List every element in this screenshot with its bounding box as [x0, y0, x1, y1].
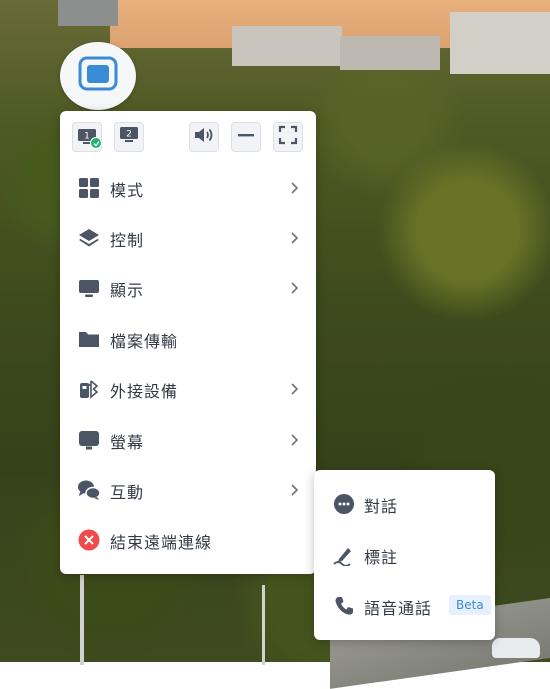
remote-app-button[interactable]	[60, 42, 136, 110]
submenu-item-label: 標註	[364, 548, 399, 567]
monitor-1-icon: 1	[77, 128, 102, 149]
monitor-2-button[interactable]: 2	[114, 122, 144, 152]
submenu-item-label: 對話	[364, 497, 399, 516]
street-pole	[80, 575, 84, 665]
menu-item-interaction[interactable]: 互動	[60, 465, 316, 515]
street-pole	[262, 585, 265, 665]
menu-item-label: 互動	[110, 483, 145, 502]
chevron-right-icon	[286, 432, 302, 448]
beta-badge: Beta	[449, 595, 491, 615]
menu-item-peripherals[interactable]: 外接設備	[60, 364, 316, 414]
display-icon	[77, 276, 101, 300]
grid-icon	[77, 176, 101, 200]
screen-icon	[77, 428, 101, 452]
submenu-item-annotate[interactable]: 標註	[314, 530, 495, 580]
menu-item-screen[interactable]: 螢幕	[60, 415, 316, 465]
menu-item-file-transfer[interactable]: 檔案傳輸	[60, 314, 316, 364]
folder-icon	[77, 327, 101, 351]
annotate-icon	[332, 543, 356, 567]
building-far-right	[450, 12, 550, 74]
menu-item-label: 外接設備	[110, 382, 179, 401]
minimize-icon	[237, 126, 255, 148]
submenu-item-voice-call[interactable]: 語音通話 Beta	[314, 581, 495, 631]
menu-item-label: 模式	[110, 181, 145, 200]
layers-icon	[77, 226, 101, 250]
chat-icon	[77, 478, 101, 502]
phone-icon	[332, 594, 356, 618]
menu-item-label: 結束遠端連線	[110, 533, 213, 552]
volume-icon	[193, 125, 215, 149]
remote-control-menu: 1 2 模式 控制 顯示 檔案傳輸 外接設備 螢幕 互動 結束遠端連線	[60, 111, 316, 574]
monitor-2-icon: 2	[119, 126, 139, 148]
message-icon	[332, 492, 356, 516]
menu-item-label: 螢幕	[110, 433, 145, 452]
volume-button[interactable]	[189, 122, 219, 152]
menu-item-display[interactable]: 顯示	[60, 263, 316, 313]
menu-item-mode[interactable]: 模式	[60, 163, 316, 213]
building-left	[58, 0, 118, 26]
fullscreen-button[interactable]	[273, 122, 303, 152]
minimize-button[interactable]	[231, 122, 261, 152]
fullscreen-icon	[278, 125, 298, 149]
monitor-1-button[interactable]: 1	[72, 122, 102, 152]
submenu-item-chat[interactable]: 對話	[314, 479, 495, 529]
chevron-right-icon	[286, 381, 302, 397]
menu-item-label: 檔案傳輸	[110, 332, 179, 351]
monitor-1-number: 1	[84, 132, 90, 142]
chevron-right-icon	[286, 482, 302, 498]
building-center	[232, 26, 342, 66]
chevron-right-icon	[286, 280, 302, 296]
usb-bluetooth-icon	[77, 377, 101, 401]
monitor-2-number: 2	[126, 130, 132, 140]
close-circle-icon	[77, 528, 101, 552]
menu-toolbar: 1 2	[60, 111, 316, 163]
chevron-right-icon	[286, 180, 302, 196]
menu-item-label: 控制	[110, 231, 145, 250]
menu-item-control[interactable]: 控制	[60, 213, 316, 263]
menu-item-end-session[interactable]: 結束遠端連線	[60, 515, 316, 565]
app-window-icon	[76, 55, 120, 97]
chevron-right-icon	[286, 230, 302, 246]
building-right	[340, 36, 440, 70]
connected-check-icon	[90, 137, 102, 149]
interaction-submenu: 對話 標註 語音通話 Beta	[314, 470, 495, 640]
menu-item-label: 顯示	[110, 281, 145, 300]
car	[492, 638, 540, 658]
submenu-item-label: 語音通話	[364, 599, 433, 618]
